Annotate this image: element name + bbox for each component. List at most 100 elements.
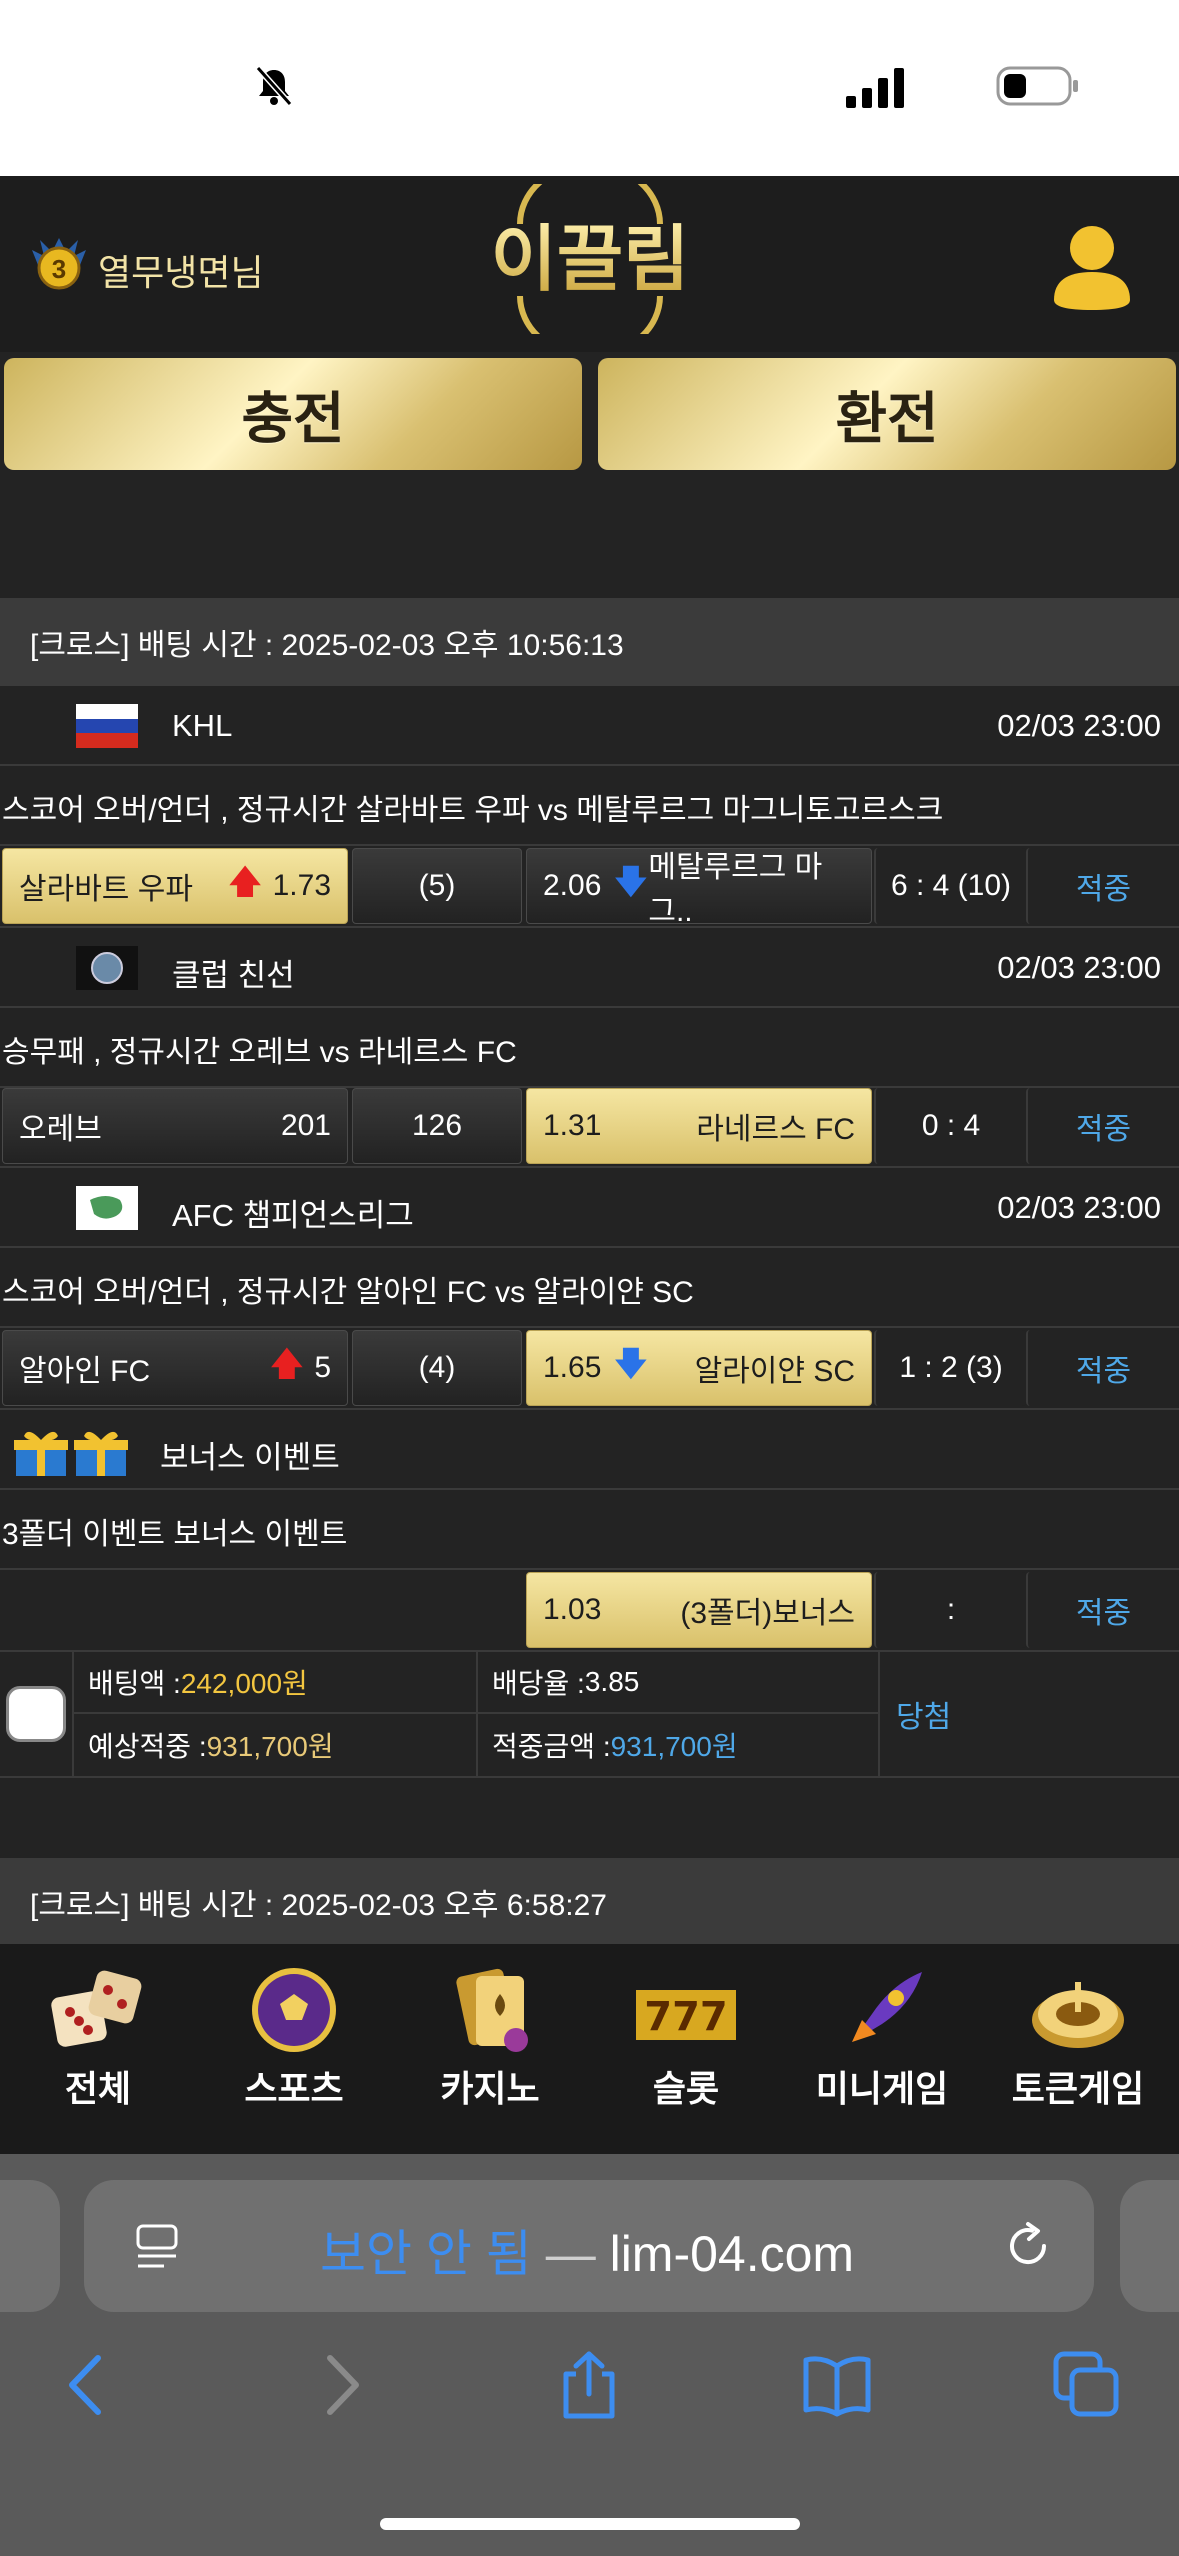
odds-row: 1.03 (3폴더)보너스 : 적중 [0, 1570, 1179, 1652]
away-odds-cell[interactable]: 2.06 🡇 메탈루르그 마그.. [526, 848, 872, 928]
nav-label: 슬롯 [652, 2068, 720, 2109]
win-amount: 적중금액 : 931,700원 [478, 1714, 880, 1776]
reload-icon[interactable] [1000, 2218, 1056, 2274]
bet-amount: 배팅액 : 242,000원 [74, 1652, 478, 1714]
rank-badge-icon: 3 [32, 238, 86, 290]
middle-cell[interactable]: (5) [352, 848, 522, 924]
bet-status: 당첨 [896, 1701, 952, 1734]
home-odds: 5 [314, 1351, 331, 1384]
odds-rate-label: 배당율 : [492, 1668, 585, 1699]
middle-cell[interactable]: (4) [352, 1330, 522, 1406]
away-odds-cell[interactable]: 1.65 🡇 알라이얀 SC [526, 1330, 872, 1406]
share-icon[interactable] [554, 2350, 624, 2420]
draw-odds-cell[interactable]: 126 [352, 1088, 522, 1164]
cards-icon [456, 1968, 528, 2052]
tabs-icon[interactable] [1052, 2350, 1122, 2420]
url-display[interactable]: 보안 안 됨 — lim-04.com [320, 2214, 854, 2286]
home-odds-cell[interactable]: 살라바트 우파 🡅 1.73 [2, 848, 348, 924]
forward-icon[interactable] [306, 2350, 376, 2420]
next-tab-preview[interactable] [1120, 2180, 1179, 2312]
score-cell: : [874, 1572, 1026, 1648]
league-row: 보너스 이벤트 [0, 1410, 1179, 1490]
nav-casino[interactable]: 카지노 [392, 1944, 588, 2154]
odds-down-arrow-icon: 🡇 [613, 862, 649, 901]
odds-rate-value: 3.85 [584, 1666, 640, 1697]
dice-icon [51, 1970, 142, 2047]
league-name: AFC 챔피언스리그 [172, 1198, 414, 1233]
odds-row: 오레브 201 126 1.31 라네르스 FC 0 : 4 적중 [0, 1086, 1179, 1168]
game-description: 승무패 , 정규시간 오레브 vs 라네르스 FC [0, 1012, 1179, 1088]
away-odds: 1.65 [543, 1351, 602, 1384]
slot-777-icon: 777 [636, 1990, 736, 2040]
cell-signal-icon [846, 68, 904, 108]
game-description: 스코어 오버/언더 , 정규시간 알아인 FC vs 알라이얀 SC [0, 1252, 1179, 1328]
battery-icon [996, 66, 1078, 106]
back-icon[interactable] [52, 2350, 122, 2420]
home-team: 알아인 FC [19, 1355, 151, 1388]
asia-map-flag-icon [76, 1186, 138, 1230]
globe-flag-icon [76, 946, 138, 990]
expected-win: 예상적중 : 931,700원 [74, 1714, 478, 1776]
score-cell: 0 : 4 [874, 1088, 1026, 1164]
exchange-button[interactable]: 환전 [598, 358, 1176, 470]
username-label[interactable]: 열무냉면님 [98, 244, 264, 296]
score-cell: 6 : 4 (10) [874, 848, 1026, 924]
result-cell: 적중 [1026, 1088, 1179, 1164]
page-menu-icon[interactable] [134, 2222, 184, 2272]
nav-minigame[interactable]: 미니게임 [784, 1944, 980, 2154]
gift-box-icon [14, 1431, 128, 1476]
odds-rate: 배당율 : 3.85 [478, 1652, 880, 1714]
nav-all[interactable]: 전체 [0, 1944, 196, 2154]
nav-label: 전체 [64, 2068, 132, 2109]
league-name: 보너스 이벤트 [160, 1440, 340, 1475]
bonus-odds: 1.03 [543, 1593, 602, 1626]
home-odds: 201 [280, 1109, 331, 1142]
odds-up-arrow-icon: 🡅 [227, 862, 263, 901]
home-team: 살라바트 우파 [19, 873, 193, 906]
league-row: KHL 02/03 23:00 [0, 686, 1179, 766]
league-row: 클럽 친선 02/03 23:00 [0, 928, 1179, 1008]
nav-sports[interactable]: 스포츠 [196, 1944, 392, 2154]
game-description: 스코어 오버/언더 , 정규시간 살라바트 우파 vs 메탈루르그 마그니토고르… [0, 770, 1179, 846]
bookmarks-icon[interactable] [802, 2350, 872, 2420]
league-time: 02/03 23:00 [997, 708, 1161, 743]
win-amount-label: 적중금액 : [492, 1731, 611, 1762]
russia-flag-icon [76, 704, 138, 748]
bonus-label: (3폴더)보너스 [680, 1597, 855, 1630]
charge-button[interactable]: 충전 [4, 358, 582, 470]
odds-down-arrow-icon: 🡇 [613, 1344, 649, 1383]
bet-amount-label: 배팅액 : [88, 1668, 181, 1699]
site-logo[interactable]: 이끌림 [480, 184, 700, 334]
away-team: 메탈루르그 마그.. [648, 851, 823, 928]
home-odds-cell[interactable]: 오레브 201 [2, 1088, 348, 1164]
away-odds: 2.06 [543, 869, 602, 902]
league-row: AFC 챔피언스리그 02/03 23:00 [0, 1168, 1179, 1248]
odds-row: 살라바트 우파 🡅 1.73 (5) 2.06 🡇 메탈루르그 마그.. 6 :… [0, 846, 1179, 928]
league-time: 02/03 23:00 [997, 950, 1161, 985]
home-odds-cell[interactable]: 알아인 FC 🡅 5 [2, 1330, 348, 1406]
nav-label: 토큰게임 [1011, 2068, 1145, 2109]
odds-row: 알아인 FC 🡅 5 (4) 1.65 🡇 알라이얀 SC 1 : 2 (3) … [0, 1328, 1179, 1410]
nav-token-game[interactable]: 토큰게임 [980, 1944, 1176, 2154]
nav-label: 카지노 [440, 2068, 540, 2109]
rocket-icon [852, 1972, 922, 2042]
svg-text:777: 777 [644, 1994, 728, 2040]
profile-icon[interactable] [1050, 222, 1134, 312]
home-indicator[interactable] [380, 2518, 800, 2530]
bonus-odds-cell[interactable]: 1.03 (3폴더)보너스 [526, 1572, 872, 1648]
url-separator: — [531, 2226, 610, 2282]
league-time: 02/03 23:00 [997, 1190, 1161, 1225]
security-warning: 보안 안 됨 [320, 2226, 532, 2282]
previous-tab-preview[interactable] [0, 2180, 60, 2312]
away-team: 알라이얀 SC [694, 1355, 855, 1388]
nav-label: 스포츠 [244, 2068, 344, 2109]
bet-header: [크로스] 배팅 시간 : 2025-02-03 오후 6:58:27 [0, 1858, 1179, 1946]
select-checkbox[interactable] [6, 1686, 66, 1742]
roulette-icon [1032, 1982, 1124, 2048]
score-cell: 1 : 2 (3) [874, 1330, 1026, 1406]
nav-slot[interactable]: 777 슬롯 [588, 1944, 784, 2154]
bet-summary: 배팅액 : 242,000원 배당율 : 3.85 예상적중 : 931,700… [0, 1652, 1179, 1778]
home-team: 오레브 [19, 1113, 102, 1146]
bet-header: [크로스] 배팅 시간 : 2025-02-03 오후 10:56:13 [0, 598, 1179, 686]
away-odds-cell[interactable]: 1.31 라네르스 FC [526, 1088, 872, 1164]
